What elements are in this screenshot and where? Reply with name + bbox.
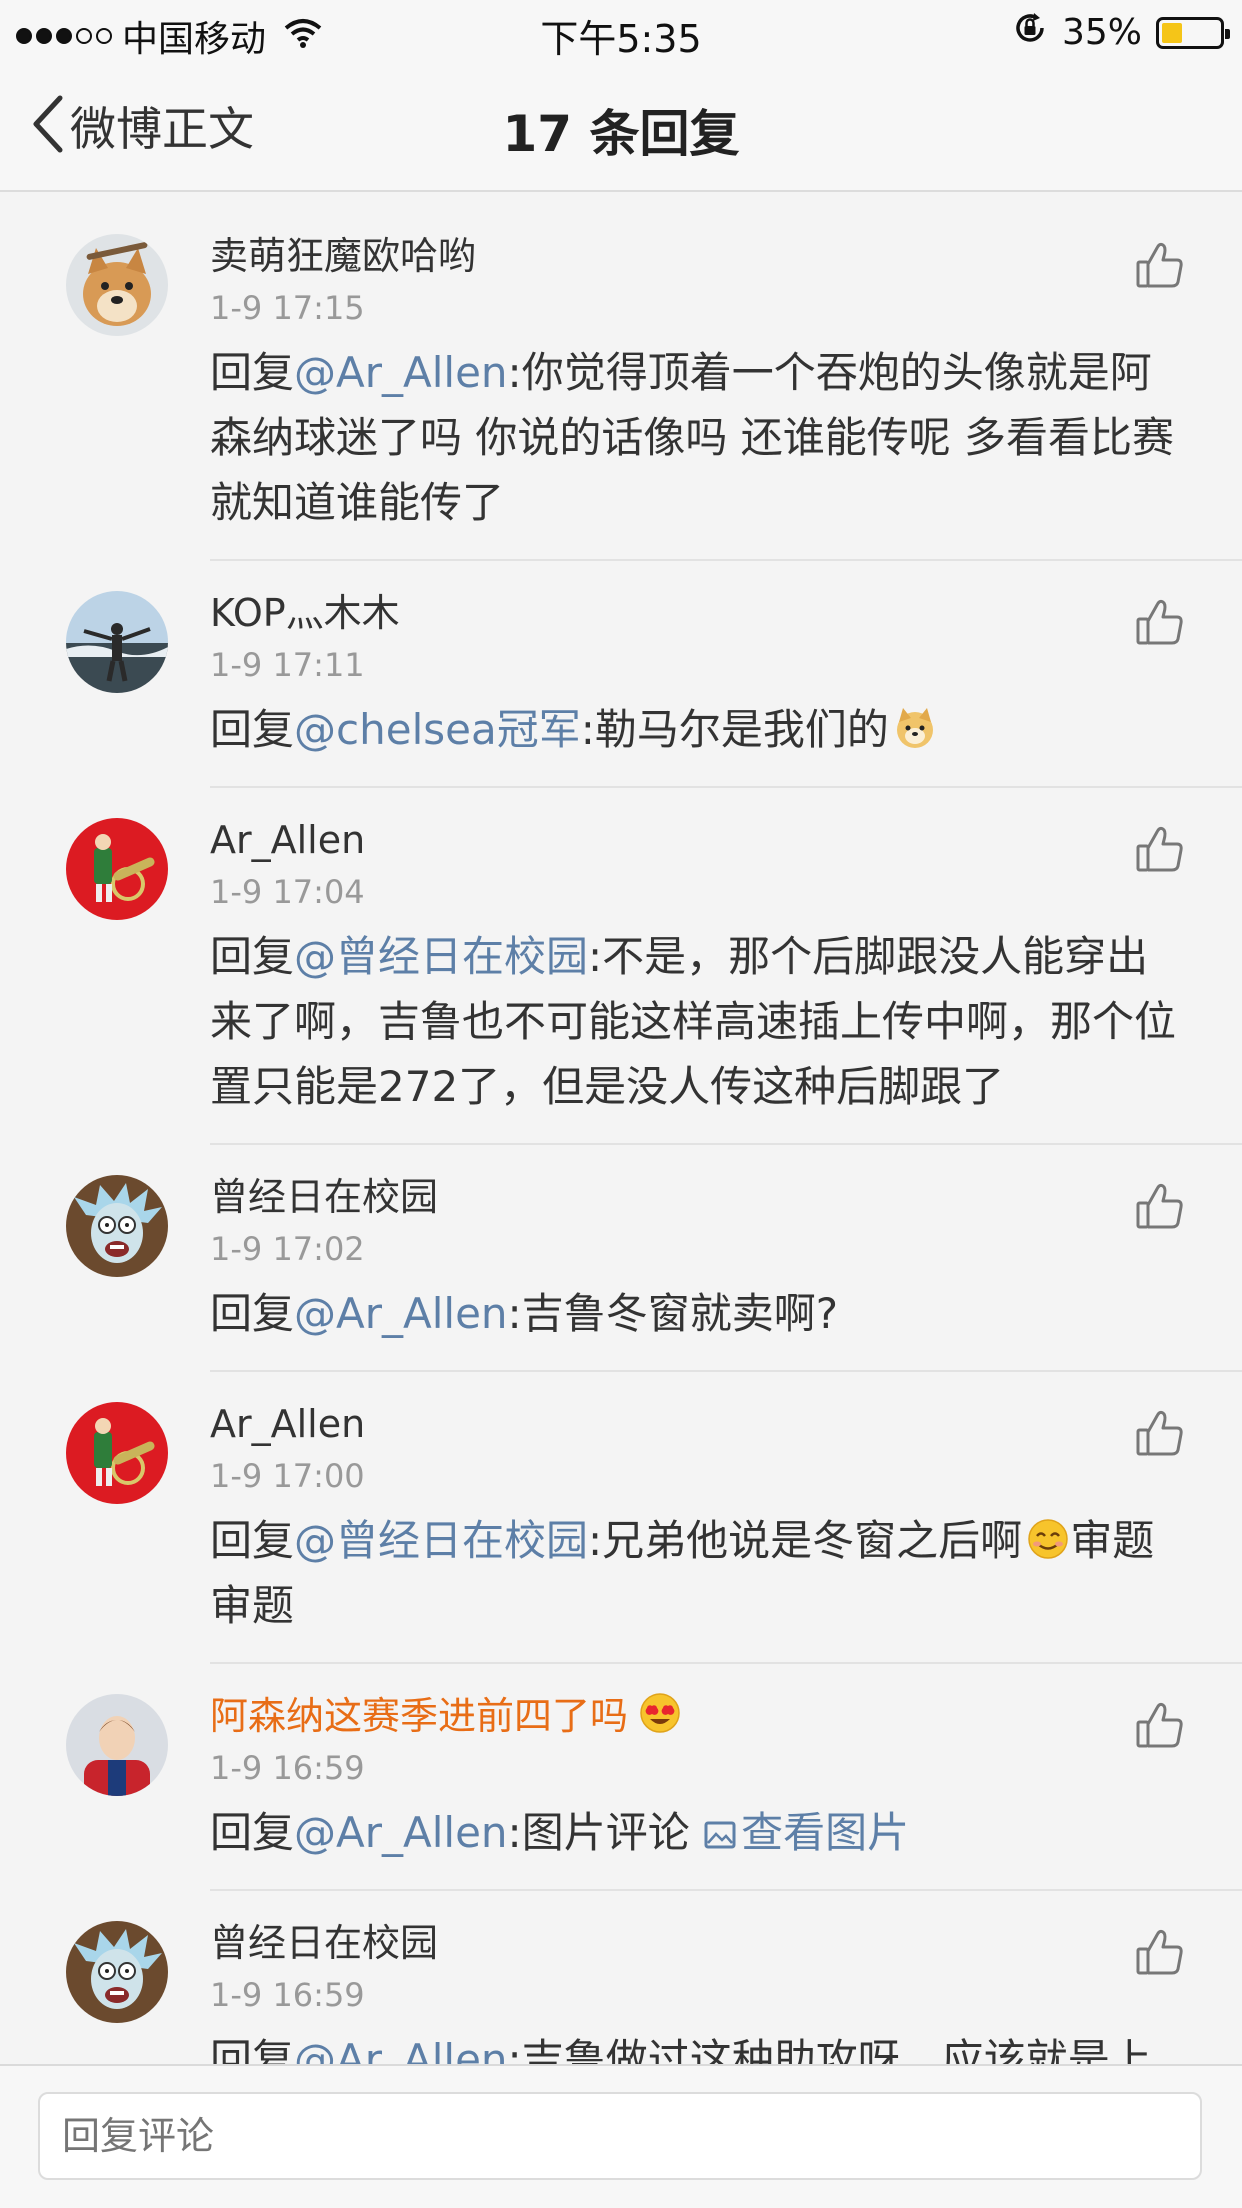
reply-prefix: 回复 — [210, 2035, 295, 2064]
comment-user-name[interactable]: 卖萌狂魔欧哈哟 — [210, 228, 1182, 284]
comment-text: 回复@Ar_Allen:你觉得顶着一个吞炮的头像就是阿森纳球迷了吗 你说的话像吗… — [210, 340, 1182, 535]
avatar[interactable] — [66, 1402, 168, 1504]
rotation-lock-icon — [1012, 10, 1048, 55]
user-name-text[interactable]: 卖萌狂魔欧哈哟 — [210, 228, 476, 284]
comment-time: 1-9 17:02 — [210, 1230, 365, 1268]
thumb-up-icon — [1132, 1929, 1188, 1985]
comment-time: 1-9 17:04 — [210, 873, 365, 911]
comment-item[interactable]: 曾经日在校园 1-9 16:59 回复@Ar_Allen:吉鲁做过这种助攻呀，应该就… — [0, 1891, 1242, 2064]
like-button[interactable] — [1132, 1406, 1188, 1462]
comment-time: 1-9 16:59 — [210, 1976, 365, 2014]
battery-icon — [1156, 16, 1230, 49]
like-button[interactable] — [1132, 1925, 1188, 1981]
comment-content: :吉鲁冬窗就卖啊? — [507, 1289, 838, 1338]
comment-user-name[interactable]: Ar_Allen — [210, 1396, 1182, 1452]
avatar[interactable] — [66, 1694, 168, 1796]
thumb-up-icon — [1132, 1183, 1188, 1239]
comment-item[interactable]: 卖萌狂魔欧哈哟 1-9 17:15 回复@Ar_Allen:你觉得顶着一个吞炮的头像… — [0, 204, 1242, 561]
battery-percent: 35% — [1061, 12, 1142, 53]
smile-emoji-icon — [1022, 1516, 1070, 1565]
comment-item[interactable]: Ar_Allen 1-9 17:00 回复@曾经日在校园:兄弟他说是冬窗之后啊 审题审… — [0, 1372, 1242, 1664]
comment-content: :图片评论 — [507, 1808, 704, 1857]
comment-user-name[interactable]: 曾经日在校园 — [210, 1169, 1182, 1225]
comment-text: 回复@Ar_Allen:图片评论 查看图片 — [210, 1800, 1182, 1865]
mention-link[interactable]: @Ar_Allen — [294, 1289, 508, 1338]
avatar[interactable] — [66, 591, 168, 693]
reply-prefix: 回复 — [210, 1516, 295, 1565]
like-button[interactable] — [1132, 1698, 1188, 1754]
avatar[interactable] — [66, 1175, 168, 1277]
thumb-up-icon — [1132, 1702, 1188, 1758]
thumb-up-icon — [1132, 242, 1188, 298]
user-name-text[interactable]: 曾经日在校园 — [210, 1915, 438, 1971]
reply-comment-input[interactable] — [38, 2092, 1202, 2180]
thumb-up-icon — [1132, 1410, 1188, 1466]
comment-text: 回复@Ar_Allen:吉鲁做过这种助攻呀，应该就是上赛季。 — [210, 2027, 1182, 2064]
comment-user-name[interactable]: 阿森纳这赛季进前四了吗 — [210, 1688, 1182, 1744]
view-image-label[interactable]: 查看图片 — [741, 1808, 909, 1857]
comment-text: 回复@Ar_Allen:吉鲁冬窗就卖啊? — [210, 1281, 1182, 1346]
avatar[interactable] — [66, 1921, 168, 2023]
comment-text: 回复@曾经日在校园:兄弟他说是冬窗之后啊 审题审题 — [210, 1508, 1182, 1638]
user-name-text[interactable]: Ar_Allen — [210, 1396, 365, 1452]
mention-link[interactable]: @Ar_Allen — [294, 348, 508, 397]
avatar[interactable] — [66, 818, 168, 920]
user-name-text[interactable]: 阿森纳这赛季进前四了吗 — [210, 1688, 628, 1744]
view-image-link[interactable]: 查看图片 — [703, 1808, 909, 1857]
thumb-up-icon — [1132, 826, 1188, 882]
comment-user-name[interactable]: Ar_Allen — [210, 812, 1182, 868]
reply-prefix: 回复 — [210, 1289, 295, 1338]
mention-link[interactable]: @曾经日在校园 — [294, 1516, 588, 1565]
comment-text: 回复@chelsea冠军:勒马尔是我们的 — [210, 697, 1182, 762]
navigation-bar: 微博正文 17 条回复 — [0, 64, 1242, 192]
comment-user-name[interactable]: 曾经日在校园 — [210, 1915, 1182, 1971]
like-button[interactable] — [1132, 238, 1188, 294]
like-button[interactable] — [1132, 822, 1188, 878]
comment-time: 1-9 17:15 — [210, 289, 365, 327]
heart-eyes-emoji-icon — [634, 1688, 682, 1744]
comment-time: 1-9 16:59 — [210, 1749, 365, 1787]
comment-time: 1-9 17:11 — [210, 646, 365, 684]
comment-item[interactable]: Ar_Allen 1-9 17:04 回复@曾经日在校园:不是，那个后脚跟没人能穿出… — [0, 788, 1242, 1145]
mention-link[interactable]: @Ar_Allen — [294, 2035, 508, 2064]
page-title: 17 条回复 — [502, 105, 740, 163]
mention-link[interactable]: @chelsea冠军 — [294, 705, 581, 754]
status-bar: 中国移动 下午5:35 35% — [0, 0, 1242, 64]
comment-user-name[interactable]: KOP灬木木 — [210, 585, 1182, 641]
doge-emoji-icon — [889, 705, 937, 754]
comment-item[interactable]: 阿森纳这赛季进前四了吗 1-9 16:59 回复@Ar_Allen:图片评论 查看图… — [0, 1664, 1242, 1891]
reply-bar — [0, 2064, 1242, 2208]
mention-link[interactable]: @曾经日在校园 — [294, 932, 588, 981]
reply-prefix: 回复 — [210, 1808, 295, 1857]
user-name-text[interactable]: 曾经日在校园 — [210, 1169, 438, 1225]
avatar[interactable] — [66, 234, 168, 336]
comment-time: 1-9 17:00 — [210, 1457, 365, 1495]
comment-content: :兄弟他说是冬窗之后啊 — [588, 1516, 1023, 1565]
user-name-text[interactable]: Ar_Allen — [210, 812, 365, 868]
comment-item[interactable]: KOP灬木木 1-9 17:11 回复@chelsea冠军:勒马尔是我们的 — [0, 561, 1242, 788]
status-right: 35% — [1012, 10, 1230, 55]
like-button[interactable] — [1132, 595, 1188, 651]
like-button[interactable] — [1132, 1179, 1188, 1235]
reply-prefix: 回复 — [210, 705, 295, 754]
comment-list[interactable]: 卖萌狂魔欧哈哟 1-9 17:15 回复@Ar_Allen:你觉得顶着一个吞炮的头像… — [0, 204, 1242, 2064]
user-name-text[interactable]: KOP灬木木 — [210, 585, 400, 641]
thumb-up-icon — [1132, 599, 1188, 655]
comment-text: 回复@曾经日在校园:不是，那个后脚跟没人能穿出来了啊，吉鲁也不可能这样高速插上传… — [210, 924, 1182, 1119]
reply-prefix: 回复 — [210, 348, 295, 397]
comment-item[interactable]: 曾经日在校园 1-9 17:02 回复@Ar_Allen:吉鲁冬窗就卖啊? — [0, 1145, 1242, 1372]
picture-icon — [703, 1808, 741, 1857]
reply-prefix: 回复 — [210, 932, 295, 981]
comment-content: :勒马尔是我们的 — [580, 705, 889, 754]
mention-link[interactable]: @Ar_Allen — [294, 1808, 508, 1857]
